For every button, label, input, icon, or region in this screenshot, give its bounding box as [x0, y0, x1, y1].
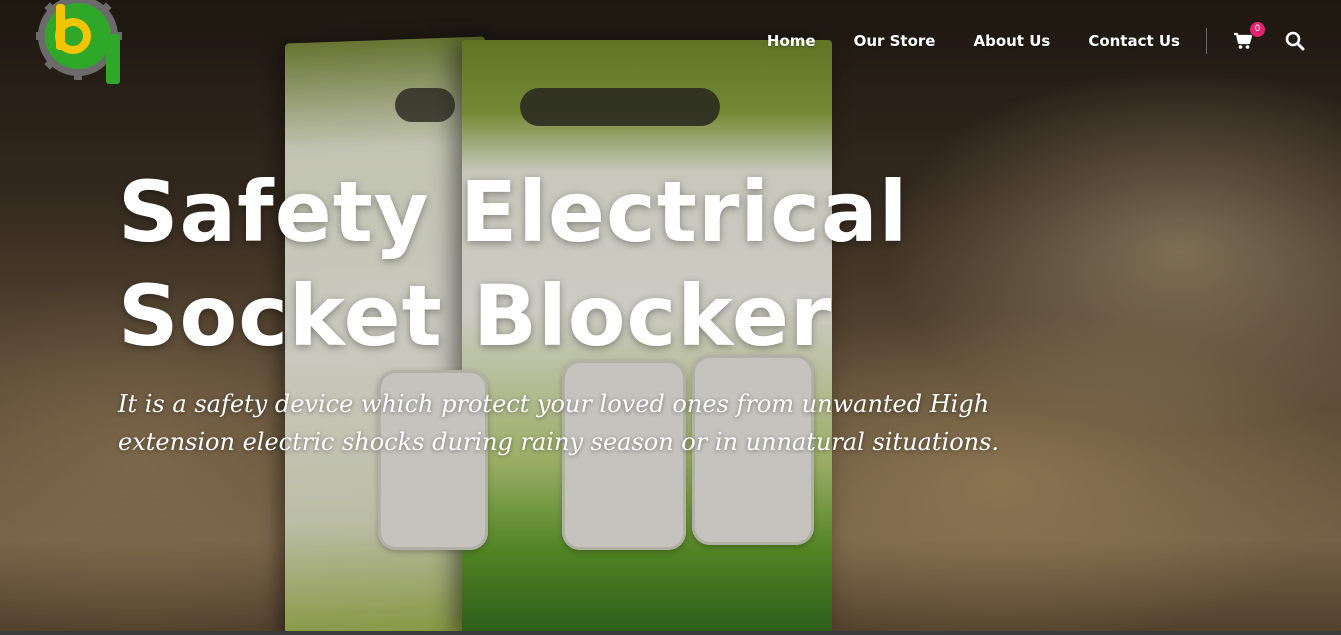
- nav-contact-us[interactable]: Contact Us: [1088, 32, 1180, 50]
- cart-button[interactable]: 0: [1233, 22, 1265, 51]
- search-button[interactable]: [1285, 31, 1305, 51]
- hero-subtitle: It is a safety device which protect your…: [118, 390, 1000, 456]
- nav-our-store[interactable]: Our Store: [854, 32, 936, 50]
- hero-banner: Home Our Store About Us Contact Us 0 Saf…: [0, 0, 1341, 635]
- site-logo[interactable]: [36, 0, 126, 86]
- cart-icon: [1234, 32, 1253, 49]
- cart-count-badge: 0: [1250, 22, 1265, 37]
- hero-title: Safety Electrical Socket Blocker: [118, 163, 909, 365]
- bottom-strip: [0, 631, 1341, 635]
- main-nav: Home Our Store About Us Contact Us 0: [767, 22, 1305, 54]
- nav-home[interactable]: Home: [767, 32, 816, 50]
- search-icon: [1285, 31, 1305, 51]
- nav-about-us[interactable]: About Us: [973, 32, 1050, 50]
- logo-icon: [36, 0, 122, 84]
- nav-divider: [1206, 28, 1207, 54]
